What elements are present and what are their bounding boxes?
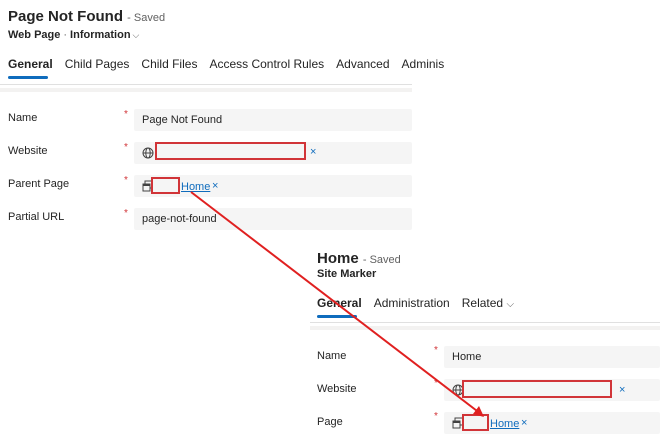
annotation-arrow — [190, 191, 484, 417]
